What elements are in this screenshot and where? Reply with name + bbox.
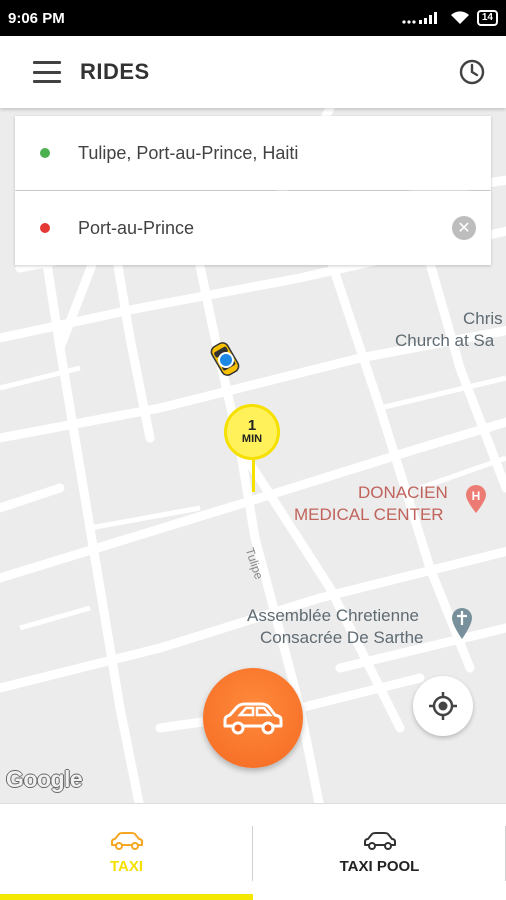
tab-taxi-label: TAXI [109, 857, 144, 875]
status-time: 9:06 PM [8, 9, 65, 27]
poi-assemblee-chretienne[interactable]: Assemblée Chretienne Consacrée De Sarthe [247, 605, 423, 649]
status-icons: 14 [401, 10, 498, 26]
poi-assembly-line-2: Consacrée De Sarthe [260, 628, 424, 647]
taxi-car-outline-icon [110, 831, 143, 850]
eta-pin-stem [251, 460, 255, 492]
poi-donacien-medical-center[interactable]: DONACIEN MEDICAL CENTER [294, 482, 448, 526]
wifi-icon [450, 11, 469, 24]
car-icon [223, 702, 283, 735]
taxi-car-icon [210, 342, 240, 376]
eta-value: 1 [247, 417, 257, 434]
pickup-location-field[interactable]: Tulipe, Port-au-Prince, Haiti [15, 116, 491, 190]
hamburger-menu-icon[interactable] [33, 61, 61, 83]
app-bar: RIDES [0, 36, 506, 108]
ride-booking-screen: 9:06 PM 14 RIDES Chris Church at Sa DONA… [0, 0, 506, 900]
eta-bubble: 1 MIN [224, 404, 280, 460]
poi-church-at-sarthe[interactable]: Chris Church at Sa [395, 308, 506, 352]
poi-medical-line-1: DONACIEN [358, 483, 448, 502]
svg-text:H: H [472, 489, 481, 503]
dropoff-dot-icon [40, 223, 50, 233]
hospital-icon: H [466, 485, 486, 513]
status-bar: 9:06 PM 14 [0, 0, 506, 36]
dropoff-location-field[interactable]: Port-au-Prince ✕ [15, 191, 491, 265]
poi-church-line-2: Church at Sa [395, 331, 495, 350]
clear-dropoff-icon[interactable]: ✕ [452, 216, 476, 240]
tab-taxi-pool[interactable]: TAXI POOL [253, 804, 506, 900]
dropoff-location-text: Port-au-Prince [78, 217, 195, 238]
pool-car-outline-icon [363, 831, 396, 850]
my-location-button[interactable] [413, 676, 473, 736]
google-logo: Google [6, 766, 83, 792]
pickup-location-text: Tulipe, Port-au-Prince, Haiti [78, 142, 299, 163]
church-icon [452, 608, 472, 639]
poi-church-line-1: Chris [463, 309, 503, 328]
ride-type-tabs: TAXI TAXI POOL [0, 803, 506, 900]
pickup-dot-icon [40, 148, 50, 158]
tab-taxi-pool-label: TAXI POOL [339, 857, 420, 875]
poi-medical-line-2: MEDICAL CENTER [294, 505, 444, 524]
eta-marker: 1 MIN [224, 404, 282, 492]
page-title: RIDES [80, 59, 150, 84]
book-ride-button[interactable] [203, 668, 303, 768]
crosshair-icon [429, 692, 457, 720]
eta-unit: MIN [241, 433, 263, 445]
signal-icon [402, 12, 437, 24]
tab-taxi[interactable]: TAXI [0, 804, 253, 900]
poi-assembly-line-1: Assemblée Chretienne [247, 606, 419, 625]
battery-icon: 14 [476, 10, 498, 26]
clock-icon[interactable] [458, 58, 486, 86]
active-tab-indicator [0, 894, 253, 900]
